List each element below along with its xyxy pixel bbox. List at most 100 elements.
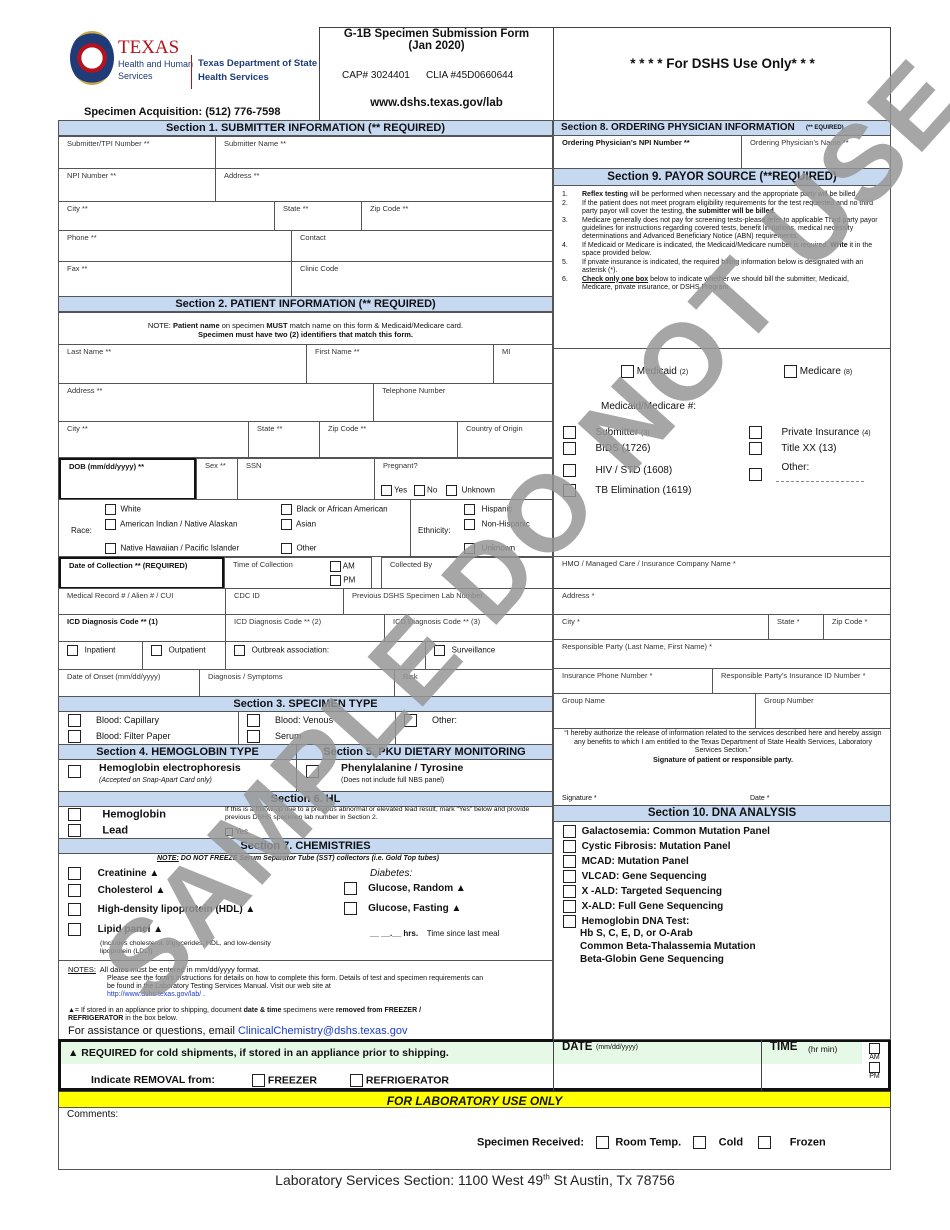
responsible-party-field[interactable]: Responsible Party (Last Name, First Name… [553,639,891,669]
submitter-name-field[interactable]: Submitter Name ** [215,136,553,169]
first-name-field[interactable]: First Name ** [306,344,494,384]
diagnosis-symptoms-field[interactable]: Diagnosis / Symptoms [199,669,395,697]
cold-checkbox[interactable] [693,1136,707,1149]
collection-am-checkbox[interactable] [330,561,341,572]
insurance-zip-field[interactable]: Zip Code * [823,614,891,640]
payor-tb-checkbox[interactable] [563,484,576,497]
cholesterol-checkbox[interactable] [68,884,81,897]
country-of-origin-field[interactable]: Country of Origin [457,421,553,458]
previous-lab-number-field[interactable]: Previous DSHS Specimen Lab Number [343,588,553,615]
submitter-contact-field[interactable]: Contact [291,230,553,262]
submitter-fax-field[interactable]: Fax ** [58,261,292,297]
icd-code-2-field[interactable]: ICD Diagnosis Code ** (2) [225,614,385,642]
ssn-field[interactable]: SSN [237,458,375,500]
payor-private-insurance-checkbox[interactable] [749,426,762,439]
x-ald-targeted-checkbox[interactable] [563,885,576,898]
medicaid-checkbox[interactable] [621,365,634,378]
patient-zip-field[interactable]: Zip Code ** [319,421,458,458]
hemoglobin-electrophoresis-checkbox[interactable] [68,765,81,779]
cdc-id-field[interactable]: CDC ID [225,588,344,615]
time-of-collection-field[interactable]: Time of Collection [224,557,323,589]
group-number-field[interactable]: Group Number [755,693,891,729]
physician-name-field[interactable]: Ordering Physician’s Name ** [741,135,891,169]
icd-code-3-field[interactable]: ICD Diagnosis Code ** (3) [384,614,553,642]
cystic-fibrosis-checkbox[interactable] [563,840,576,853]
room-temp-checkbox[interactable] [596,1136,610,1149]
clinic-code-field[interactable]: Clinic Code [291,261,553,297]
surveillance-checkbox[interactable] [434,645,445,656]
date-of-collection-field[interactable]: Date of Collection ** (REQUIRED) [59,557,224,589]
payor-other-checkbox[interactable] [749,468,762,481]
serum-checkbox[interactable] [247,730,260,743]
followup-yes-checkbox[interactable] [225,827,233,836]
sex-field[interactable]: Sex ** [196,458,238,500]
phenylalanine-checkbox[interactable] [306,765,319,779]
removal-pm-checkbox[interactable] [869,1062,880,1073]
mcad-checkbox[interactable] [563,855,576,868]
glucose-random-checkbox[interactable] [344,882,357,895]
outpatient-checkbox[interactable] [151,645,162,656]
inpatient-checkbox[interactable] [67,645,78,656]
pregnant-yes-checkbox[interactable] [381,485,392,496]
creatinine-checkbox[interactable] [68,867,81,880]
submitter-city-field[interactable]: City ** [58,201,275,231]
patient-telephone-field[interactable]: Telephone Number [373,383,553,422]
ethnicity-unknown-checkbox[interactable] [464,543,475,554]
risk-field[interactable]: Risk [394,669,553,697]
insurance-address-field[interactable]: Address * [553,588,891,615]
submitter-address-field[interactable]: Address ** [215,168,553,202]
collected-by-field[interactable]: Collected By [381,557,553,589]
date-of-onset-field[interactable]: Date of Onset (mm/dd/yyyy) [58,669,200,697]
blood-capillary-checkbox[interactable] [68,714,81,727]
blood-venous-checkbox[interactable] [247,714,260,727]
mi-field[interactable]: MI [493,344,553,384]
icd-code-1-field[interactable]: ICD Diagnosis Code ** (1) [58,614,226,642]
galactosemia-checkbox[interactable] [563,825,576,838]
removal-am-checkbox[interactable] [869,1043,880,1054]
payor-title-xx-checkbox[interactable] [749,442,762,455]
hmo-name-field[interactable]: HMO / Managed Care / Insurance Company N… [553,556,891,589]
race-black-checkbox[interactable] [281,504,292,515]
last-name-field[interactable]: Last Name ** [58,344,307,384]
hemoglobin-checkbox[interactable] [68,808,81,821]
hemoglobin-dna-checkbox[interactable] [563,915,576,928]
race-asian-checkbox[interactable] [281,519,292,530]
collection-pm-checkbox[interactable] [330,575,341,586]
npi-number-field[interactable]: NPI Number ** [58,168,216,202]
pregnant-unknown-checkbox[interactable] [446,485,458,496]
payor-hiv-std-checkbox[interactable] [563,464,576,477]
submitter-zip-field[interactable]: Zip Code ** [361,201,553,231]
frozen-checkbox[interactable] [758,1136,772,1149]
x-ald-full-checkbox[interactable] [563,900,576,913]
comments-field[interactable]: Comments: Specimen Received: Room Temp. … [58,1107,891,1170]
signature-field[interactable]: Signature * [562,795,597,802]
hdl-checkbox[interactable] [68,903,81,916]
insurance-id-field[interactable]: Responsible Party’s Insurance ID Number … [712,668,891,694]
insurance-city-field[interactable]: City * [553,614,769,640]
submitter-phone-field[interactable]: Phone ** [58,230,292,262]
removal-time-field[interactable]: TIME (hr min) [762,1041,862,1064]
medical-record-field[interactable]: Medical Record # / Alien # / CUI [58,588,226,615]
group-name-field[interactable]: Group Name [553,693,756,729]
lab-website-link[interactable]: http://www.dshs.texas.gov/lab/ [107,991,201,998]
refrigerator-checkbox[interactable] [350,1074,363,1087]
lead-checkbox[interactable] [68,824,81,837]
dob-field[interactable]: DOB (mm/dd/yyyy) ** [59,458,196,500]
submitter-tpi-field[interactable]: Submitter/TPI Number ** [58,136,216,169]
medicare-checkbox[interactable] [784,365,797,378]
payor-bids-checkbox[interactable] [563,442,576,455]
insurance-state-field[interactable]: State * [768,614,824,640]
signature-date-field[interactable]: Date * [750,795,769,802]
ethnicity-non-hispanic-checkbox[interactable] [464,519,475,530]
race-other-checkbox[interactable] [281,543,292,554]
physician-npi-field[interactable]: Ordering Physician’s NPI Number ** [553,135,742,169]
pregnant-no-checkbox[interactable] [413,485,425,496]
submitter-state-field[interactable]: State ** [274,201,362,231]
race-native-hawaiian-checkbox[interactable] [105,543,116,554]
blood-filter-paper-checkbox[interactable] [68,730,81,743]
medicaid-number-label[interactable]: Medicaid/Medicare #: [601,401,696,412]
other-specimen-checkbox[interactable] [404,714,417,727]
ethnicity-hispanic-checkbox[interactable] [464,504,475,515]
race-white-checkbox[interactable] [105,504,116,515]
lipid-panel-checkbox[interactable] [68,923,81,936]
